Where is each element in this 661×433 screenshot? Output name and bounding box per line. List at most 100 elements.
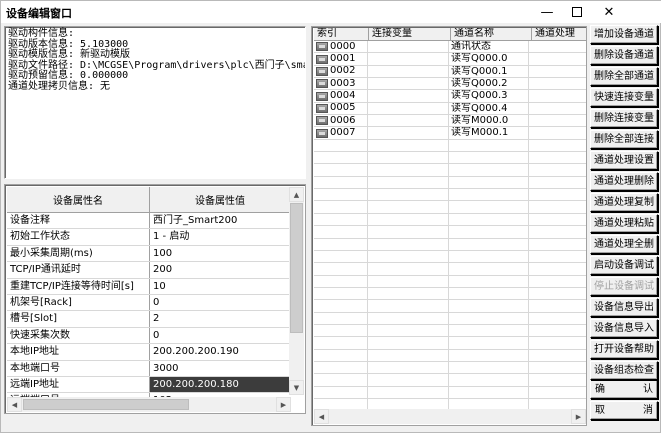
property-value-cell[interactable]: 3000: [150, 361, 291, 376]
property-value-cell[interactable]: 0: [150, 328, 291, 343]
column-header-channel-name[interactable]: 通道名称: [451, 28, 532, 41]
connected-variable-cell[interactable]: [368, 189, 450, 202]
property-value-cell[interactable]: 1 - 启动: [150, 229, 291, 244]
connected-variable-cell[interactable]: [368, 176, 450, 190]
property-vertical-scrollbar[interactable]: ▲ ▼: [289, 187, 304, 395]
empty-channel-row[interactable]: [314, 386, 586, 399]
empty-channel-row[interactable]: [314, 349, 586, 362]
action-button[interactable]: 通道处理粘贴: [590, 214, 658, 233]
empty-channel-row[interactable]: [314, 164, 586, 177]
connected-variable-cell[interactable]: [368, 386, 450, 399]
action-button[interactable]: 打开设备帮助: [590, 340, 658, 359]
connected-variable-cell[interactable]: [368, 361, 450, 375]
connected-variable-cell[interactable]: [368, 115, 450, 128]
connected-variable-cell[interactable]: [368, 312, 450, 325]
property-row[interactable]: 初始工作状态 1 - 启动: [7, 229, 291, 246]
property-row[interactable]: 槽号[Slot] 2: [7, 311, 291, 328]
column-header-connected-variable[interactable]: 连接变量: [369, 28, 451, 41]
connected-variable-cell[interactable]: [368, 102, 450, 116]
channel-row[interactable]: 0005 读写Q000.4: [314, 102, 586, 116]
property-row[interactable]: TCP/IP通讯延时 200: [7, 262, 291, 279]
action-button[interactable]: 通道处理删除: [590, 172, 658, 191]
scroll-thumb[interactable]: [290, 203, 303, 333]
scroll-right-icon[interactable]: ▶: [276, 397, 291, 412]
property-value-cell[interactable]: 2: [150, 311, 291, 326]
property-value-cell[interactable]: 200.200.200.180: [150, 376, 291, 393]
action-button[interactable]: 通道处理设置: [590, 151, 658, 170]
close-button[interactable]: ✕: [594, 1, 624, 23]
property-value-cell[interactable]: 200: [150, 262, 291, 277]
property-row[interactable]: 本地端口号 3000: [7, 360, 291, 377]
scroll-down-icon[interactable]: ▼: [289, 380, 304, 395]
empty-channel-row[interactable]: [314, 324, 586, 338]
property-row[interactable]: 最小采集周期(ms) 100: [7, 245, 291, 263]
scroll-right-icon[interactable]: ▶: [571, 409, 586, 424]
property-row[interactable]: 机架号[Rack] 0: [7, 294, 291, 312]
column-header-property-value[interactable]: 设备属性值: [150, 187, 291, 213]
empty-channel-row[interactable]: [314, 226, 586, 239]
confirm-button[interactable]: 确 认: [590, 380, 658, 399]
connected-variable-cell[interactable]: [368, 349, 450, 362]
empty-channel-row[interactable]: [314, 374, 586, 387]
property-row[interactable]: 本地IP地址 200.200.200.190: [7, 344, 291, 361]
empty-channel-row[interactable]: [314, 361, 586, 375]
action-button[interactable]: 设备信息导出: [590, 298, 658, 317]
channel-row[interactable]: 0002 读写Q000.1: [314, 65, 586, 79]
connected-variable-cell[interactable]: [368, 213, 450, 227]
cancel-button[interactable]: 取 消: [590, 401, 658, 420]
action-button[interactable]: 删除设备通道: [590, 46, 658, 65]
action-button[interactable]: 删除全部连接: [590, 130, 658, 149]
channel-row[interactable]: 0006 读写M000.0: [314, 115, 586, 128]
action-button[interactable]: 启动设备调试: [590, 256, 658, 275]
connected-variable-cell[interactable]: [368, 139, 450, 153]
property-row[interactable]: 重建TCP/IP连接等待时间[s] 10: [7, 278, 291, 295]
empty-channel-row[interactable]: [314, 312, 586, 325]
connected-variable-cell[interactable]: [368, 287, 450, 301]
maximize-button[interactable]: [562, 1, 592, 23]
action-button[interactable]: 设备信息导入: [590, 319, 658, 338]
connected-variable-cell[interactable]: [368, 263, 450, 276]
column-header-channel-processing[interactable]: 通道处理: [532, 28, 586, 41]
action-button[interactable]: 快速连接变量: [590, 88, 658, 107]
connected-variable-cell[interactable]: [368, 78, 450, 91]
scroll-left-icon[interactable]: ◀: [7, 397, 22, 412]
channel-horizontal-scrollbar[interactable]: ◀ ▶: [314, 409, 586, 424]
scroll-thumb[interactable]: [23, 399, 189, 410]
action-button[interactable]: 删除全部通道: [590, 67, 658, 86]
empty-channel-row[interactable]: [314, 275, 586, 288]
channel-row[interactable]: 0001 读写Q000.0: [314, 53, 586, 66]
action-button[interactable]: 通道处理复制: [590, 193, 658, 212]
connected-variable-cell[interactable]: [368, 127, 450, 140]
empty-channel-row[interactable]: [314, 337, 586, 350]
connected-variable-cell[interactable]: [368, 164, 450, 177]
scroll-left-icon[interactable]: ◀: [314, 409, 329, 424]
property-value-cell[interactable]: 200.200.200.190: [150, 344, 291, 359]
connected-variable-cell[interactable]: [368, 201, 450, 214]
property-value-cell[interactable]: 10: [150, 279, 291, 294]
connected-variable-cell[interactable]: [368, 275, 450, 288]
connected-variable-cell[interactable]: [368, 250, 450, 264]
minimize-button[interactable]: —: [532, 1, 562, 23]
empty-channel-row[interactable]: [314, 139, 586, 153]
connected-variable-cell[interactable]: [368, 53, 450, 66]
connected-variable-cell[interactable]: [368, 374, 450, 387]
channel-row[interactable]: 0007 读写M000.1: [314, 127, 586, 140]
action-button[interactable]: 设备组态检查: [590, 361, 658, 380]
property-row[interactable]: 快速采集次数 0: [7, 327, 291, 345]
column-header-index[interactable]: 索引: [314, 28, 369, 41]
connected-variable-cell[interactable]: [368, 337, 450, 350]
empty-channel-row[interactable]: [314, 176, 586, 190]
action-button[interactable]: 通道处理全删: [590, 235, 658, 254]
scroll-up-icon[interactable]: ▲: [289, 187, 304, 202]
connected-variable-cell[interactable]: [368, 300, 450, 313]
connected-variable-cell[interactable]: [368, 324, 450, 338]
connected-variable-cell[interactable]: [368, 65, 450, 79]
empty-channel-row[interactable]: [314, 189, 586, 202]
empty-channel-row[interactable]: [314, 300, 586, 313]
column-header-property-name[interactable]: 设备属性名: [7, 187, 150, 213]
empty-channel-row[interactable]: [314, 152, 586, 165]
empty-channel-row[interactable]: [314, 250, 586, 264]
action-button[interactable]: 增加设备通道: [590, 25, 658, 44]
channel-row[interactable]: 0000 通讯状态: [314, 41, 586, 54]
empty-channel-row[interactable]: [314, 287, 586, 301]
